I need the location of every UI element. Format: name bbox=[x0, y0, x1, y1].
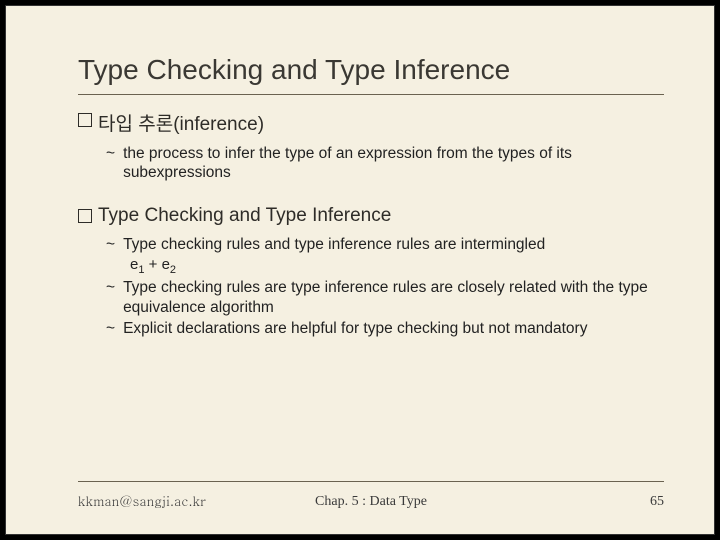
section-2-item-3-text: Explicit declarations are helpful for ty… bbox=[123, 319, 587, 338]
tilde-bullet: ~ bbox=[106, 278, 115, 297]
content-area: Type Checking and Type Inference 타입 추론(i… bbox=[78, 54, 664, 488]
tilde-bullet: ~ bbox=[106, 144, 115, 163]
section-2-heading: Type Checking and Type Inference bbox=[78, 205, 664, 227]
section-1-heading-text: 타입 추론(inference) bbox=[98, 109, 264, 136]
expr-plus: + e bbox=[144, 256, 169, 273]
title-rule bbox=[78, 94, 664, 95]
section-1: 타입 추론(inference) ~ the process to infer … bbox=[78, 109, 664, 183]
slide: Type Checking and Type Inference 타입 추론(i… bbox=[6, 6, 714, 534]
square-bullet-icon bbox=[78, 209, 92, 223]
section-1-item-1: ~ the process to infer the type of an ex… bbox=[106, 144, 664, 183]
footer: kkman@sangji.ac.kr Chap. 5 : Data Type 6… bbox=[78, 491, 664, 510]
section-2-item-1: ~ Type checking rules and type inference… bbox=[106, 235, 664, 254]
section-2-item-2: ~ Type checking rules are type inference… bbox=[106, 278, 664, 317]
section-2: Type Checking and Type Inference ~ Type … bbox=[78, 205, 664, 339]
section-2-item-2-text: Type checking rules are type inference r… bbox=[123, 278, 664, 317]
footer-chapter: Chap. 5 : Data Type bbox=[78, 494, 664, 510]
tilde-bullet: ~ bbox=[106, 235, 115, 254]
slide-title: Type Checking and Type Inference bbox=[78, 54, 664, 90]
square-bullet-icon bbox=[78, 113, 92, 127]
section-2-item-1-text: Type checking rules and type inference r… bbox=[123, 235, 545, 254]
expression-line: e1 + e2 bbox=[130, 256, 664, 276]
footer-rule bbox=[78, 481, 664, 483]
section-1-item-1-text: the process to infer the type of an expr… bbox=[123, 144, 664, 183]
section-2-item-3: ~ Explicit declarations are helpful for … bbox=[106, 319, 664, 338]
expr-sub2: 2 bbox=[170, 264, 176, 276]
section-2-heading-text: Type Checking and Type Inference bbox=[98, 205, 391, 227]
section-1-heading: 타입 추론(inference) bbox=[78, 109, 664, 136]
tilde-bullet: ~ bbox=[106, 319, 115, 338]
